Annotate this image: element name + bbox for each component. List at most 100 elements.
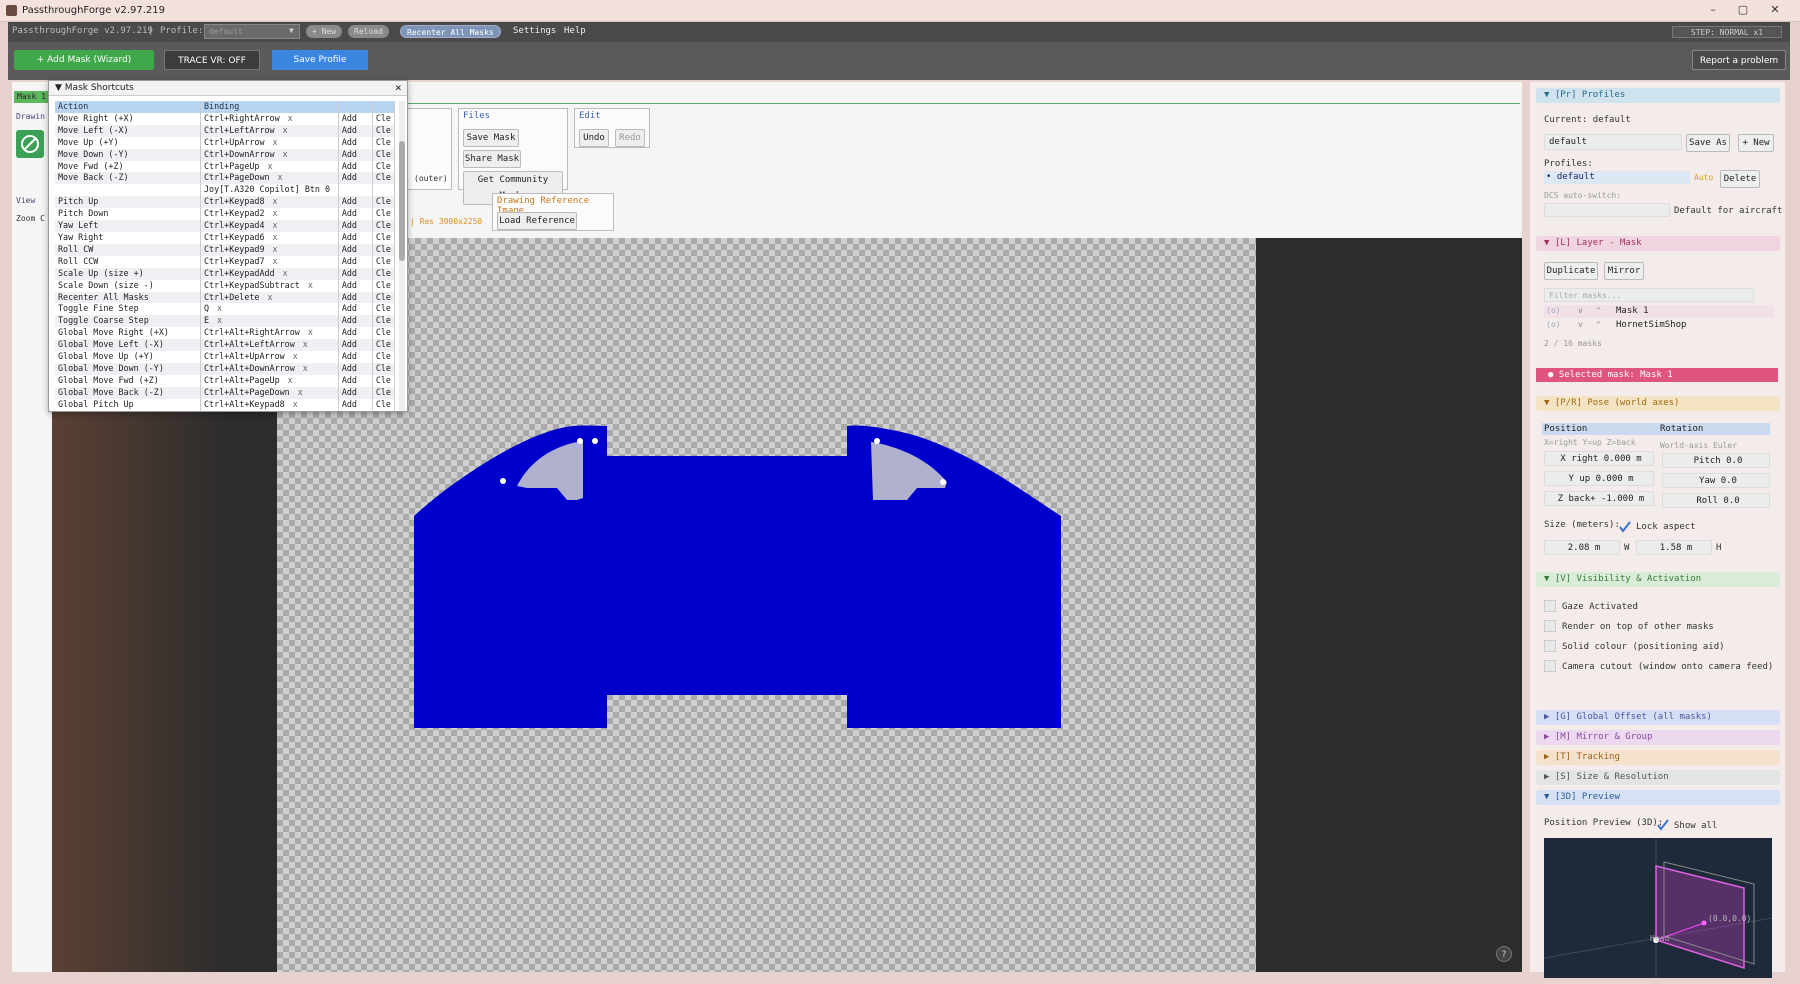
remove-binding-button[interactable]: x	[298, 387, 303, 397]
shortcut-row[interactable]: Global Move Up (+Y) Ctrl+Alt+UpArrow x Add C…	[55, 351, 395, 363]
auto-label[interactable]: Auto	[1694, 173, 1713, 182]
shortcut-row[interactable]: Global Move Right (+X) Ctrl+Alt+RightArro…	[55, 327, 395, 340]
position-z-field[interactable]: Z back+ -1.000 m	[1544, 491, 1654, 506]
shortcut-row[interactable]: Scale Up (size +) Ctrl+KeypadAdd x Add Cle	[55, 267, 395, 280]
size-resolution-section-header[interactable]: ▶ [S] Size & Resolution	[1536, 770, 1780, 785]
tracking-section-header[interactable]: ▶ [T] Tracking	[1536, 750, 1780, 765]
clear-binding-button[interactable]: Cle	[372, 208, 395, 221]
profile-name-input[interactable]: default	[1544, 134, 1682, 150]
add-binding-button[interactable]	[338, 184, 373, 197]
remove-binding-button[interactable]: x	[273, 196, 278, 206]
maximize-button[interactable]: ▢	[1730, 3, 1756, 19]
pitch-field[interactable]: Pitch 0.0	[1662, 453, 1770, 468]
share-mask-button[interactable]: Share Mask	[463, 150, 521, 168]
gaze-activated-checkbox[interactable]	[1544, 600, 1556, 612]
shortcut-binding[interactable]: Ex	[200, 315, 339, 328]
shortcut-binding[interactable]: Ctrl+Alt+PageDown x	[200, 386, 339, 399]
clear-binding-button[interactable]: Cle	[372, 362, 395, 375]
shortcut-binding[interactable]: Ctrl+Alt+LeftArrow x	[200, 339, 339, 352]
shortcut-row[interactable]: Toggle Coarse Step Ex Add Cle	[55, 315, 395, 328]
add-binding-button[interactable]: Add	[338, 351, 373, 363]
shortcut-row[interactable]: Move Back (-Z) Ctrl+PageDown x Add Cle	[55, 172, 395, 185]
position-y-field[interactable]: Y up 0.000 m	[1544, 471, 1654, 486]
show-all-checkbox[interactable]	[1656, 818, 1670, 832]
add-binding-button[interactable]: Add	[338, 172, 373, 185]
shortcut-row[interactable]: Pitch Down Ctrl+Keypad2 x Add Cle	[55, 208, 395, 221]
help-badge[interactable]: ?	[1496, 946, 1512, 962]
tab-mask[interactable]: Mask 1	[14, 91, 50, 103]
camera-cutout-checkbox[interactable]	[1544, 660, 1556, 672]
position-x-field[interactable]: X right 0.000 m	[1544, 451, 1654, 466]
clear-binding-button[interactable]: Cle	[372, 112, 395, 125]
mask-move-down[interactable]: v	[1578, 320, 1583, 329]
clear-binding-button[interactable]: Cle	[372, 220, 395, 232]
add-binding-button[interactable]: Add	[338, 291, 373, 304]
clear-binding-button[interactable]: Cle	[372, 148, 395, 161]
profile-select[interactable]: default ▼	[204, 24, 300, 39]
report-problem-button[interactable]: Report a problem	[1692, 50, 1786, 70]
default-for-aircraft-label[interactable]: Default for aircraft	[1674, 206, 1782, 216]
remove-binding-button[interactable]: x	[273, 256, 278, 266]
remove-binding-button[interactable]: x	[273, 137, 278, 147]
shortcut-row[interactable]: Joy[T.A320 Copilot] Btn 0	[55, 184, 395, 197]
mask-shape[interactable]	[277, 238, 1256, 972]
shortcut-binding[interactable]: Ctrl+LeftArrow x	[200, 124, 339, 137]
add-binding-button[interactable]: Add	[338, 267, 373, 280]
menu-settings[interactable]: Settings	[513, 26, 556, 36]
menu-help[interactable]: Help	[564, 26, 586, 36]
remove-binding-button[interactable]: x	[283, 125, 288, 135]
remove-binding-button[interactable]: x	[273, 220, 278, 230]
add-binding-button[interactable]: Add	[338, 279, 373, 292]
clear-binding-button[interactable]: Cle	[372, 303, 395, 316]
shortcut-row[interactable]: Roll CCW Ctrl+Keypad7 x Add Cle	[55, 255, 395, 268]
delete-profile-button[interactable]: Delete	[1720, 170, 1760, 188]
shortcut-row[interactable]: Scale Down (size -) Ctrl+KeypadSubtract x A…	[55, 279, 395, 292]
remove-binding-button[interactable]: x	[303, 363, 308, 373]
roll-field[interactable]: Roll 0.0	[1662, 493, 1770, 508]
no-draw-tool-button[interactable]	[16, 130, 44, 158]
remove-binding-button[interactable]: x	[308, 280, 313, 290]
shortcuts-header[interactable]: ▼ Mask Shortcuts ×	[49, 81, 407, 96]
remove-binding-button[interactable]: x	[293, 351, 298, 361]
remove-binding-button[interactable]: x	[217, 315, 222, 325]
clear-binding-button[interactable]: Cle	[372, 124, 395, 137]
remove-binding-button[interactable]: x	[283, 268, 288, 278]
shortcut-binding[interactable]: Ctrl+RightArrow x	[200, 112, 339, 125]
shortcut-binding[interactable]: Ctrl+Keypad7 x	[200, 255, 339, 268]
remove-binding-button[interactable]: x	[267, 161, 272, 171]
minimize-button[interactable]: –	[1700, 3, 1726, 19]
width-field[interactable]: 2.08 m	[1544, 540, 1620, 555]
clear-binding-button[interactable]: Cle	[372, 315, 395, 328]
clear-binding-button[interactable]: Cle	[372, 351, 395, 363]
add-mask-wizard-button[interactable]: + Add Mask (Wizard)	[14, 50, 154, 70]
remove-binding-button[interactable]: x	[278, 172, 283, 182]
shortcut-row[interactable]: Move Down (-Y) Ctrl+DownArrow x Add Cle	[55, 148, 395, 161]
clear-binding-button[interactable]: Cle	[372, 255, 395, 268]
clear-binding-button[interactable]: Cle	[372, 243, 395, 256]
mask-move-up[interactable]: ^	[1596, 306, 1601, 315]
shortcut-row[interactable]: Yaw Right Ctrl+Keypad6 x Add Cle	[55, 231, 395, 244]
add-binding-button[interactable]: Add	[338, 243, 373, 256]
shortcut-row[interactable]: Global Move Left (-X) Ctrl+Alt+LeftArrow x…	[55, 339, 395, 352]
shortcut-binding[interactable]: Ctrl+Keypad6 x	[200, 231, 339, 244]
global-offset-section-header[interactable]: ▶ [G] Global Offset (all masks)	[1536, 710, 1780, 725]
profile-list-item[interactable]: • default	[1544, 171, 1690, 184]
save-as-button[interactable]: Save As	[1686, 134, 1730, 152]
shortcut-binding[interactable]: Qx	[200, 303, 339, 316]
add-binding-button[interactable]: Add	[338, 339, 373, 352]
close-icon[interactable]: ×	[395, 81, 402, 94]
shortcut-row[interactable]: Global Move Down (-Y) Ctrl+Alt+DownArrow x…	[55, 362, 395, 375]
add-binding-button[interactable]: Add	[338, 231, 373, 244]
shortcut-row[interactable]: Move Fwd (+Z) Ctrl+PageUp x Add Cle	[55, 160, 395, 173]
shortcut-binding[interactable]: Ctrl+Keypad4 x	[200, 220, 339, 232]
add-binding-button[interactable]: Add	[338, 220, 373, 232]
clear-binding-button[interactable]: Cle	[372, 196, 395, 209]
remove-binding-button[interactable]: x	[273, 244, 278, 254]
shortcut-row[interactable]: Yaw Left Ctrl+Keypad4 x Add Cle	[55, 220, 395, 232]
remove-binding-button[interactable]: x	[267, 292, 272, 302]
yaw-field[interactable]: Yaw 0.0	[1662, 473, 1770, 488]
shortcut-binding[interactable]: Ctrl+Alt+UpArrow x	[200, 351, 339, 363]
shortcut-row[interactable]: Toggle Fine Step Qx Add Cle	[55, 303, 395, 316]
mask-visibility-toggle[interactable]: (o)	[1546, 306, 1560, 315]
shortcut-row[interactable]: Global Move Back (-Z) Ctrl+Alt+PageDown x A…	[55, 386, 395, 399]
